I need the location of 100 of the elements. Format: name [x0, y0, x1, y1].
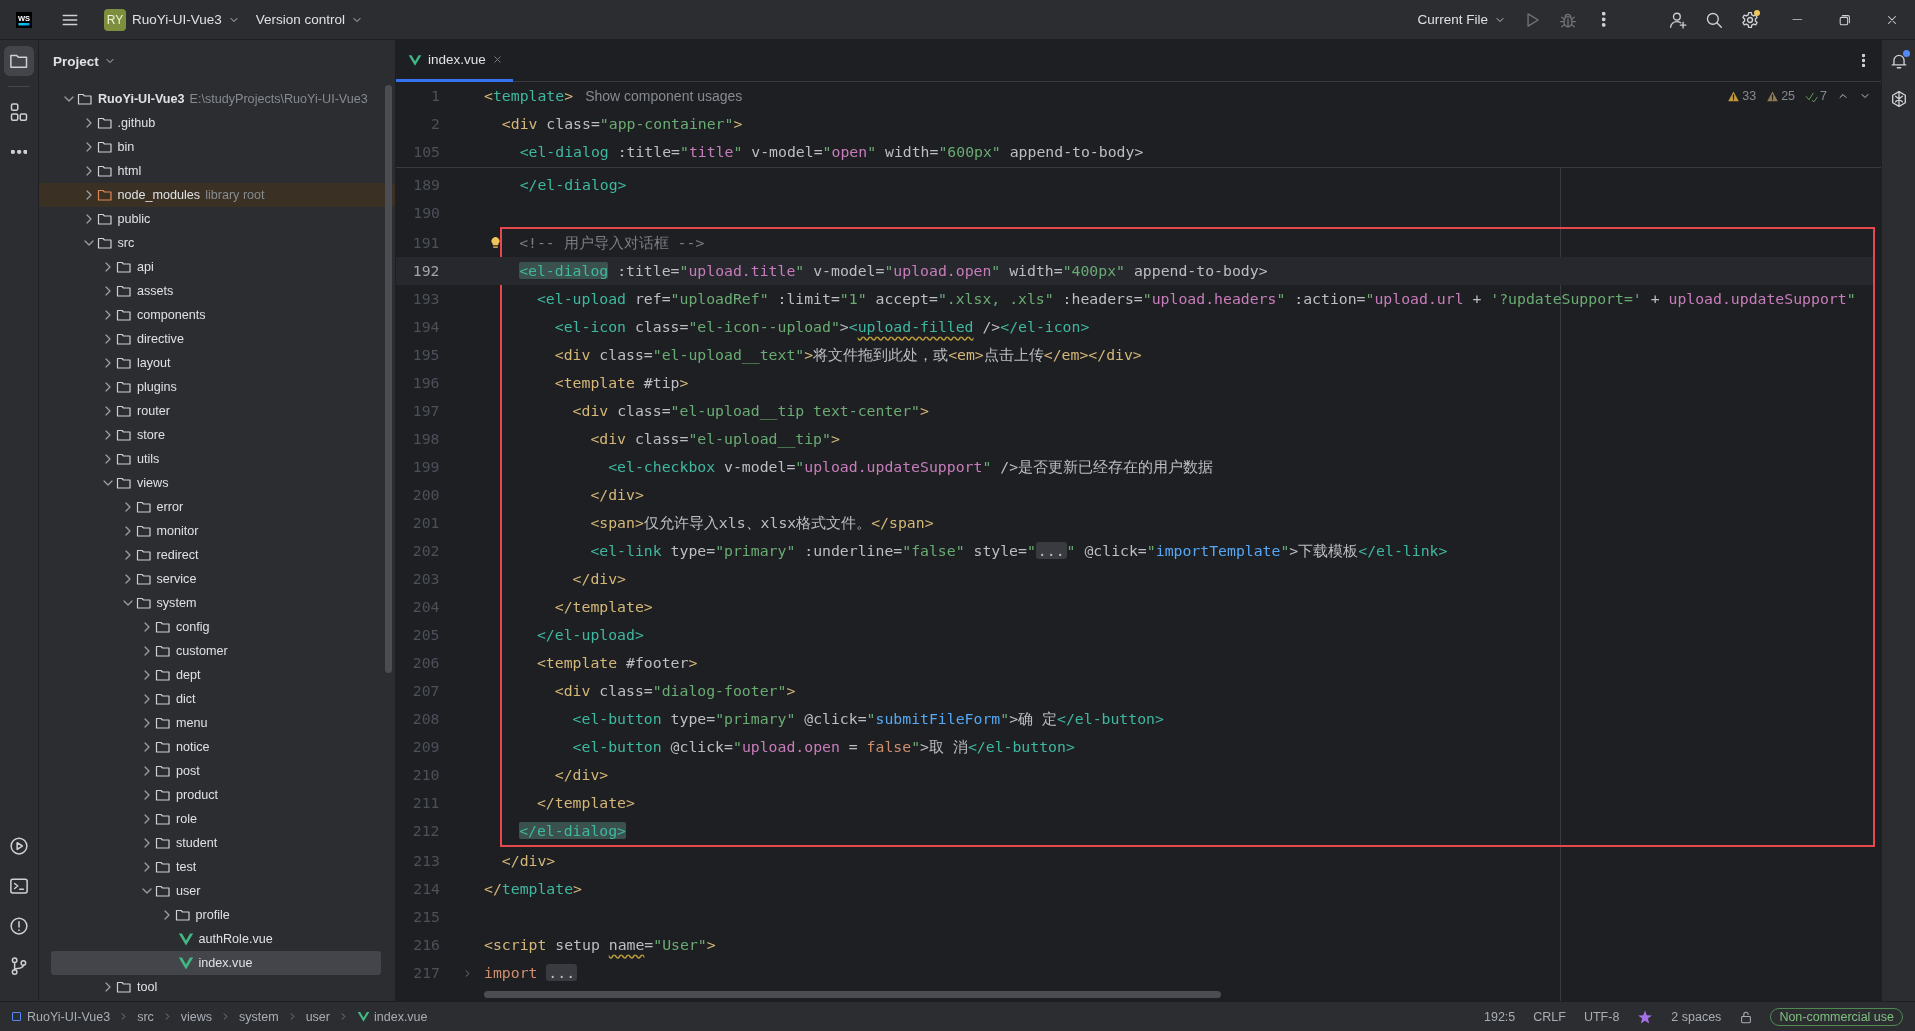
tree-item[interactable]: profile [51, 903, 381, 927]
inlay-hint[interactable]: Show component usages [585, 82, 743, 110]
tree-item[interactable]: html [51, 159, 381, 183]
folder-icon [116, 403, 132, 419]
tree-item[interactable]: role [51, 807, 381, 831]
scrollbar[interactable] [385, 85, 392, 673]
tree-item[interactable]: dict [51, 687, 381, 711]
more-icon[interactable] [1862, 54, 1865, 67]
folder-icon [96, 163, 113, 179]
code-line: </el-upload> [536, 625, 644, 645]
tree-item[interactable]: service [51, 567, 381, 591]
code-line: <el-upload ref="uploadRef" :limit="1" accept=".xlsx, .xls" :headers="upload.headers" :action="upload.url + '?updateSupport=' + upload.updateSupport" [536, 289, 1856, 309]
folder-icon [155, 643, 171, 659]
folder-icon [96, 115, 113, 131]
folder-icon [155, 811, 171, 827]
project-dropdown[interactable]: RY RuoYi-UI-Vue3 [96, 3, 248, 36]
tree-item[interactable]: .github [51, 111, 381, 135]
folder-icon [116, 451, 132, 467]
tree-item[interactable]: tool [51, 975, 381, 999]
indent-setting[interactable]: 2 spaces [1662, 1009, 1731, 1024]
run-configuration-dropdown[interactable]: Current File [1409, 7, 1514, 32]
lock-icon[interactable] [1739, 1009, 1754, 1024]
tree-item[interactable]: components [51, 303, 381, 327]
folder-icon [135, 547, 152, 563]
tool-window-button[interactable] [4, 46, 34, 76]
lightbulb-icon[interactable] [488, 234, 503, 249]
tree-item[interactable]: directive [51, 327, 381, 351]
tree-item[interactable]: config [51, 615, 381, 639]
tree-item[interactable]: student [51, 831, 381, 855]
tree-item[interactable]: post [51, 759, 381, 783]
tree-item[interactable]: index.vue [51, 951, 381, 975]
inspection-counter[interactable]: 7 [1805, 89, 1827, 103]
tree-item[interactable]: assets [51, 279, 381, 303]
code-line: </div> [501, 851, 556, 871]
project-icon [12, 1012, 21, 1021]
tree-item[interactable]: authRole.vue [51, 927, 381, 951]
breadcrumb[interactable]: index.vue [357, 1009, 428, 1024]
close-icon[interactable] [491, 54, 503, 65]
tree-item[interactable]: store [51, 423, 381, 447]
breadcrumb[interactable]: views [180, 1009, 213, 1024]
git-icon [9, 956, 29, 976]
tree-item[interactable]: views [51, 471, 381, 495]
tree-item[interactable]: RuoYi-UI-Vue3 E:\studyProjects\RuoYi-UI-Vue3 [51, 87, 381, 111]
code-line: <template> [484, 86, 574, 106]
folder-icon [155, 763, 171, 779]
tree-item[interactable]: monitor [51, 519, 381, 543]
tree-item[interactable]: layout [51, 351, 381, 375]
breadcrumb[interactable]: user [305, 1009, 330, 1024]
tree-item[interactable]: user [51, 879, 381, 903]
file-encoding[interactable]: UTF-8 [1574, 1009, 1629, 1024]
inspection-counter[interactable]: 25 [1766, 89, 1796, 103]
breadcrumb[interactable]: RuoYi-UI-Vue3 [12, 1009, 111, 1024]
settings-icon [1741, 10, 1759, 29]
vue-file-icon [177, 955, 194, 971]
line-separator[interactable]: CRLF [1524, 1009, 1575, 1024]
vue-file-icon [357, 1010, 370, 1023]
code-line: </el-dialog> [519, 175, 627, 195]
tree-item[interactable]: menu [51, 711, 381, 735]
code-line: <el-dialog :title="upload.title" v-model="upload.open" width="400px" append-to-body> [519, 261, 1268, 281]
folder-icon [155, 835, 171, 851]
warning-icon [1766, 89, 1780, 103]
code-line: <el-dialog :title="title" v-model="open" width="600px" append-to-body> [519, 142, 1144, 162]
folder-icon [135, 499, 152, 515]
notification-badge [1902, 50, 1910, 57]
tree-item[interactable]: src [51, 231, 381, 255]
tree-item[interactable]: redirect [51, 543, 381, 567]
tree-item[interactable]: dept [51, 663, 381, 687]
more-icon [10, 150, 28, 154]
tree-item[interactable]: node_modules library root [39, 183, 395, 207]
tree-item[interactable]: router [51, 399, 381, 423]
tree-item[interactable]: bin [51, 135, 381, 159]
breadcrumb[interactable]: system [239, 1009, 279, 1024]
inspection-counter[interactable]: 33 [1727, 89, 1757, 103]
version-control-dropdown[interactable]: Version control [247, 7, 372, 32]
tree-item[interactable]: plugins [51, 375, 381, 399]
folder-icon [116, 307, 132, 323]
structure-icon [9, 102, 29, 122]
code-line: <div class="app-container"> [501, 114, 743, 134]
ai-assistant-icon [1889, 90, 1908, 108]
editor-tab[interactable]: index.vue [396, 40, 513, 82]
tree-item[interactable]: public [51, 207, 381, 231]
notifications-icon [1889, 52, 1908, 70]
tree-item[interactable]: product [51, 783, 381, 807]
tree-item[interactable]: api [51, 255, 381, 279]
scrollbar[interactable] [484, 991, 1221, 998]
panel-title[interactable]: Project [53, 53, 116, 69]
breadcrumb[interactable]: src [137, 1009, 154, 1024]
tree-item[interactable]: notice [51, 735, 381, 759]
tree-item[interactable]: error [51, 495, 381, 519]
code-line: <template #footer> [536, 653, 698, 673]
tree-item[interactable]: test [51, 855, 381, 879]
folder-icon [116, 259, 132, 275]
folder-icon [155, 883, 171, 899]
tree-item[interactable]: customer [51, 639, 381, 663]
tree-item[interactable]: system [51, 591, 381, 615]
cursor-position[interactable]: 192:5 [1475, 1009, 1525, 1024]
folder-icon [96, 139, 113, 155]
vue-file-icon [177, 931, 194, 947]
code-line: </template> [536, 793, 635, 813]
tree-item[interactable]: utils [51, 447, 381, 471]
